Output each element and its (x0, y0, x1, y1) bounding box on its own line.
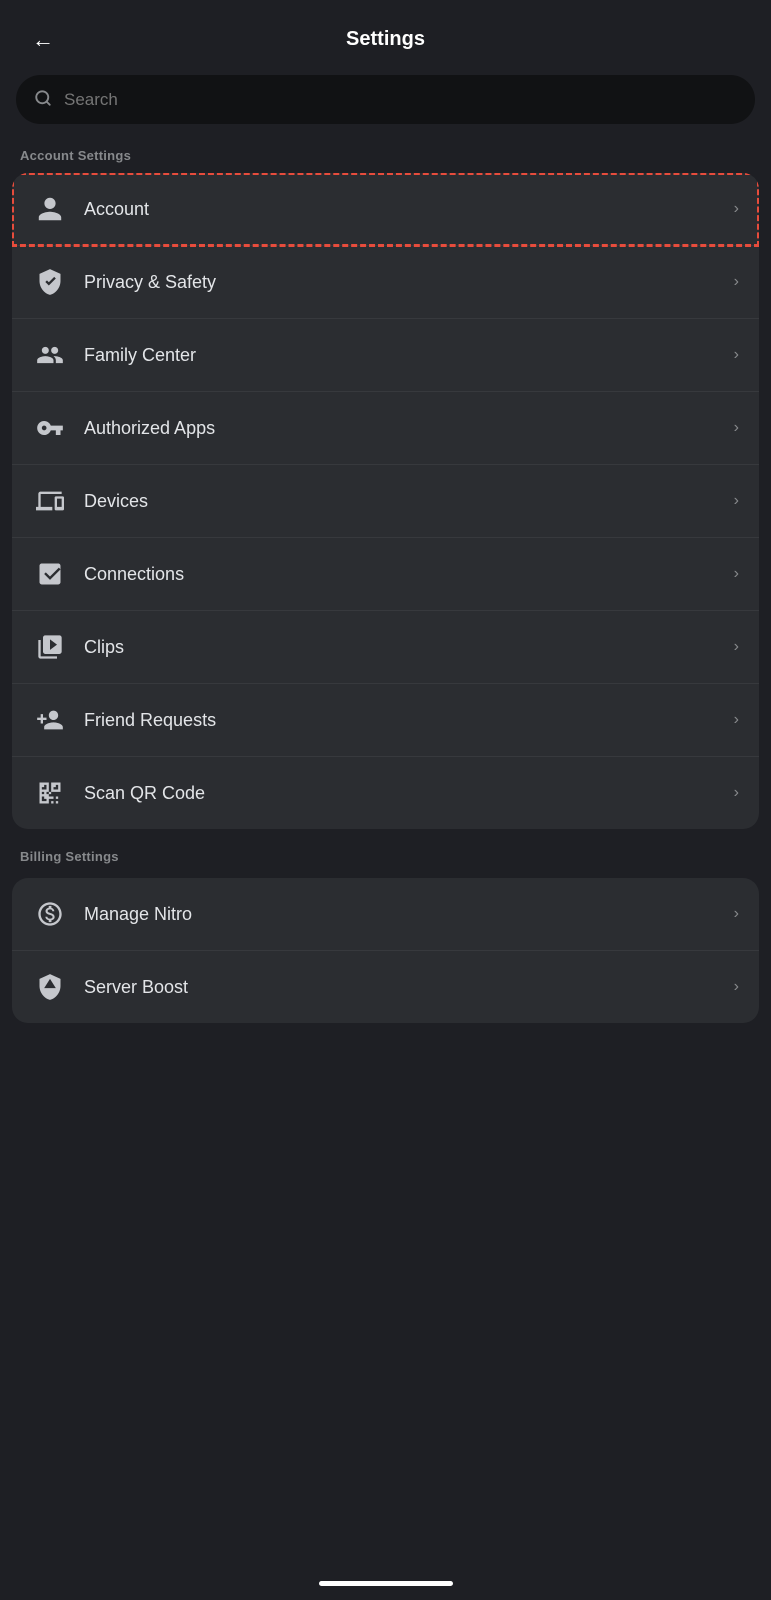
server-boost-label: Server Boost (84, 977, 726, 998)
account-chevron: › (734, 200, 739, 218)
family-center-icon (32, 337, 68, 373)
devices-icon (32, 483, 68, 519)
billing-settings-label: Billing Settings (0, 849, 771, 874)
server-boost-chevron: › (734, 978, 739, 996)
sidebar-item-manage-nitro[interactable]: Manage Nitro › (12, 878, 759, 951)
sidebar-item-clips[interactable]: Clips › (12, 611, 759, 684)
clips-label: Clips (84, 637, 726, 658)
connections-chevron: › (734, 565, 739, 583)
manage-nitro-icon (32, 896, 68, 932)
authorized-apps-icon (32, 410, 68, 446)
sidebar-item-connections[interactable]: Connections › (12, 538, 759, 611)
family-center-label: Family Center (84, 345, 726, 366)
header: ← Settings (0, 0, 771, 75)
devices-chevron: › (734, 492, 739, 510)
authorized-apps-label: Authorized Apps (84, 418, 726, 439)
sidebar-item-authorized-apps[interactable]: Authorized Apps › (12, 392, 759, 465)
privacy-safety-label: Privacy & Safety (84, 272, 726, 293)
account-settings-group: Account › Privacy & Safety › Family Cent… (12, 173, 759, 829)
clips-icon (32, 629, 68, 665)
home-indicator (319, 1581, 453, 1586)
server-boost-icon (32, 969, 68, 1005)
account-settings-label: Account Settings (0, 148, 771, 173)
family-center-chevron: › (734, 346, 739, 364)
sidebar-item-family-center[interactable]: Family Center › (12, 319, 759, 392)
manage-nitro-label: Manage Nitro (84, 904, 726, 925)
sidebar-item-privacy-safety[interactable]: Privacy & Safety › (12, 246, 759, 319)
clips-chevron: › (734, 638, 739, 656)
friend-requests-chevron: › (734, 711, 739, 729)
friend-requests-label: Friend Requests (84, 710, 726, 731)
scan-qr-code-label: Scan QR Code (84, 783, 726, 804)
scan-qr-code-icon (32, 775, 68, 811)
back-button[interactable]: ← (24, 19, 62, 61)
privacy-safety-chevron: › (734, 273, 739, 291)
sidebar-item-friend-requests[interactable]: Friend Requests › (12, 684, 759, 757)
connections-label: Connections (84, 564, 726, 585)
account-icon (32, 191, 68, 227)
sidebar-item-server-boost[interactable]: Server Boost › (12, 951, 759, 1023)
connections-icon (32, 556, 68, 592)
page-title: Settings (346, 28, 425, 51)
search-input[interactable] (64, 90, 737, 110)
sidebar-item-account[interactable]: Account › (12, 173, 759, 246)
billing-settings-group: Manage Nitro › Server Boost › (12, 878, 759, 1023)
devices-label: Devices (84, 491, 726, 512)
search-container (0, 75, 771, 148)
authorized-apps-chevron: › (734, 419, 739, 437)
sidebar-item-devices[interactable]: Devices › (12, 465, 759, 538)
scan-qr-code-chevron: › (734, 784, 739, 802)
account-label: Account (84, 199, 726, 220)
sidebar-item-scan-qr-code[interactable]: Scan QR Code › (12, 757, 759, 829)
search-icon (34, 89, 52, 110)
privacy-safety-icon (32, 264, 68, 300)
search-box[interactable] (16, 75, 755, 124)
friend-requests-icon (32, 702, 68, 738)
manage-nitro-chevron: › (734, 905, 739, 923)
